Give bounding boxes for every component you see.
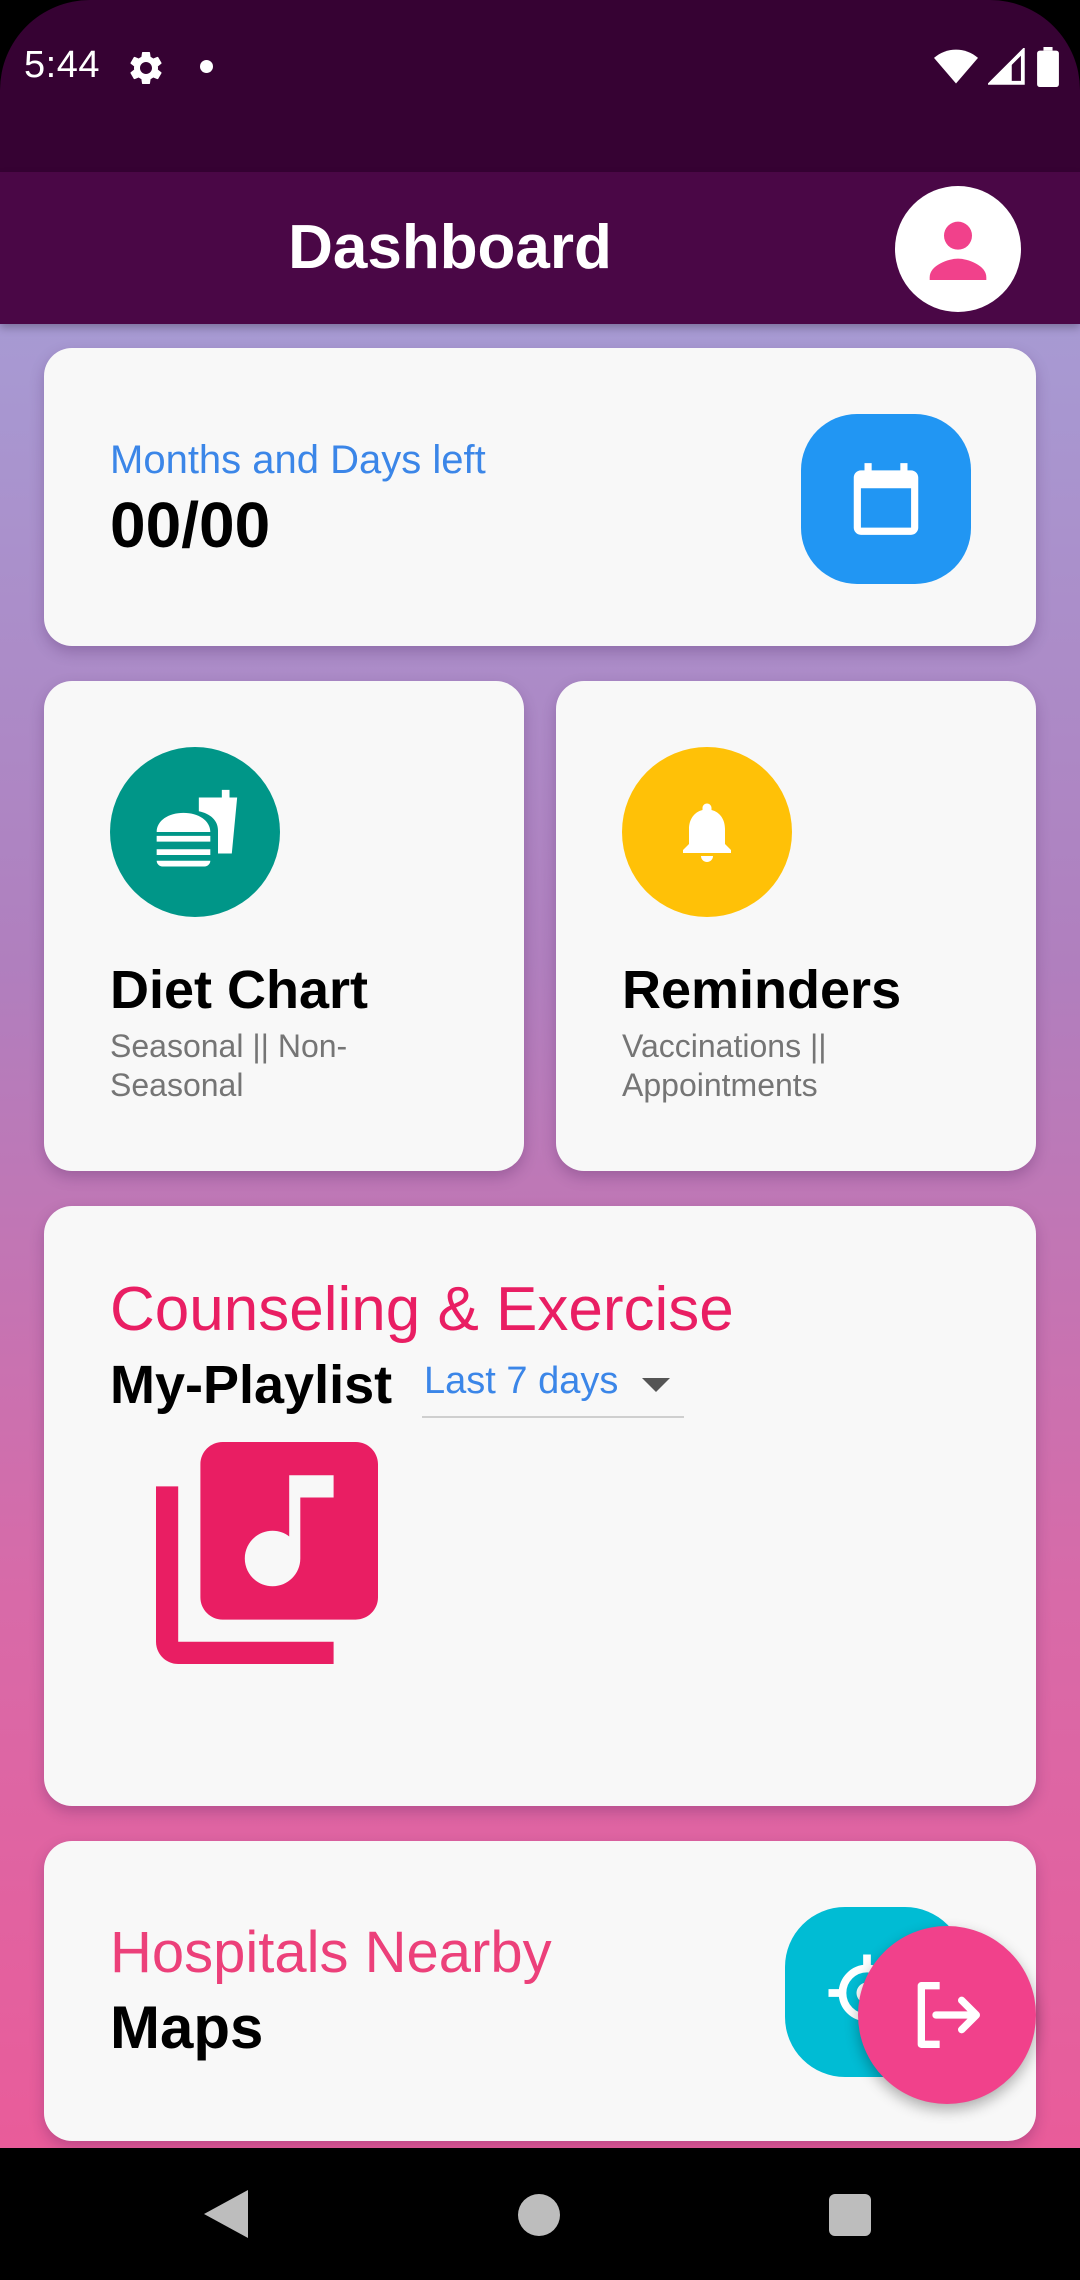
- page-title: Dashboard: [288, 213, 612, 282]
- countdown-label: Months and Days left: [110, 438, 486, 482]
- system-nav-bar: [0, 2148, 1080, 2280]
- wifi-icon: [934, 49, 978, 84]
- status-icons: [934, 46, 1060, 88]
- home-icon[interactable]: [518, 2194, 560, 2236]
- reminders-icon-badge: [622, 747, 792, 917]
- fastfood-icon: [156, 789, 238, 867]
- library-music-icon[interactable]: [156, 1442, 378, 1664]
- bell-icon: [683, 803, 731, 862]
- status-time: 5:44: [24, 44, 100, 86]
- period-dropdown[interactable]: Last 7 days: [422, 1352, 684, 1418]
- counseling-card[interactable]: Counseling & Exercise My-Playlist Last 7…: [44, 1206, 1036, 1806]
- hospitals-title: Hospitals Nearby: [110, 1920, 552, 1985]
- countdown-value: 00/00: [110, 489, 271, 561]
- dashboard-content[interactable]: Months and Days left 00/00 Diet Chart Se…: [0, 324, 1080, 2148]
- calendar-icon: [853, 463, 919, 535]
- diet-chart-card[interactable]: Diet Chart Seasonal || Non-Seasonal: [44, 681, 524, 1171]
- battery-icon: [1037, 47, 1059, 87]
- dropdown-arrow-icon: [642, 1378, 670, 1392]
- profile-avatar-button[interactable]: [895, 186, 1021, 312]
- diet-chart-subtitle: Seasonal || Non-Seasonal: [110, 1028, 348, 1103]
- calendar-button[interactable]: [801, 414, 971, 584]
- recents-icon[interactable]: [829, 2194, 871, 2236]
- reminders-title: Reminders: [622, 960, 902, 1020]
- back-icon[interactable]: [204, 2190, 248, 2238]
- status-bar: 5:44: [0, 0, 1080, 172]
- cellular-signal-icon: [988, 48, 1025, 85]
- notification-dot: [200, 60, 213, 73]
- diet-chart-title: Diet Chart: [110, 960, 369, 1020]
- logout-button[interactable]: [858, 1926, 1036, 2104]
- account-icon: [929, 221, 987, 280]
- logout-icon: [917, 1982, 980, 2048]
- gear-icon: [130, 51, 162, 84]
- device-screen: 5:44 Dashboard Months and Days left 00/0…: [0, 0, 1080, 2280]
- countdown-card[interactable]: Months and Days left 00/00: [44, 348, 1036, 646]
- diet-icon-badge: [110, 747, 280, 917]
- playlist-label: My-Playlist: [110, 1355, 393, 1415]
- maps-label: Maps: [110, 1994, 264, 2061]
- reminders-subtitle: Vaccinations || Appointments: [622, 1028, 827, 1103]
- app-bar: Dashboard: [0, 172, 1080, 324]
- reminders-card[interactable]: Reminders Vaccinations || Appointments: [556, 681, 1036, 1171]
- counseling-title: Counseling & Exercise: [110, 1275, 734, 1344]
- period-dropdown-value: Last 7 days: [424, 1360, 619, 1402]
